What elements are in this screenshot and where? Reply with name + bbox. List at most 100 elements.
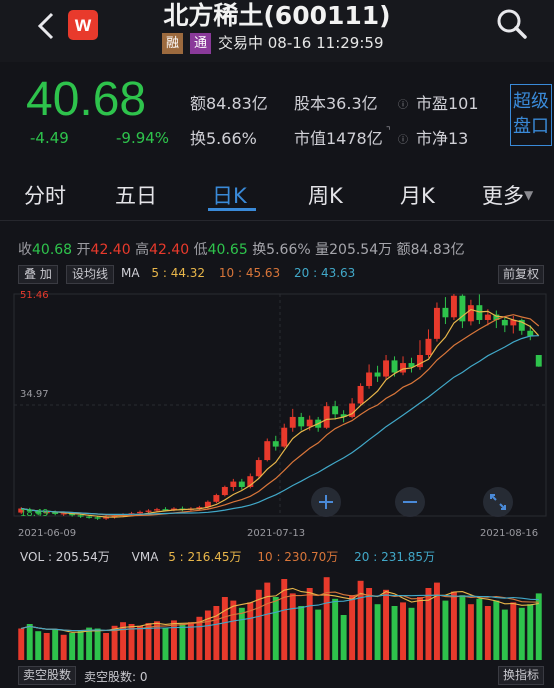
x-end-label: 2021-08-16 <box>480 528 539 539</box>
amount-field: 额84.83亿 <box>190 94 268 113</box>
ma10-value: 10 : 45.63 <box>218 266 281 280</box>
candle-body <box>213 495 220 502</box>
candle-body <box>289 416 296 428</box>
zoom-out-icon[interactable] <box>394 486 426 518</box>
vma20-value: 20 : 231.85万 <box>354 550 436 564</box>
candle-body <box>264 441 271 461</box>
candle-body <box>442 307 449 318</box>
pb-field: 市净13 <box>416 129 469 148</box>
candle-body <box>137 511 143 514</box>
volume-bar <box>383 589 390 660</box>
ma-label: MA <box>121 266 140 280</box>
ma-setting-button[interactable]: 设均线 <box>66 265 114 284</box>
tab-five-day[interactable]: 五日 <box>115 180 157 210</box>
low-label: 低 <box>193 242 208 258</box>
volume-bar <box>43 633 50 660</box>
volume-bar <box>510 602 517 660</box>
tab-weekly-k[interactable]: 周K <box>308 180 343 210</box>
volume-bar <box>366 588 373 660</box>
vol-value: VOL : 205.54万 <box>20 550 110 564</box>
candle-body <box>433 307 440 339</box>
candle-body <box>306 419 313 427</box>
volume-bar <box>52 629 59 660</box>
volume-bar <box>264 582 271 660</box>
candle-body <box>391 360 398 373</box>
super-btn-line1: 超级 <box>513 91 549 112</box>
volume-value: 量205.54万 <box>315 242 393 258</box>
volume-bar <box>459 595 466 660</box>
short-sell-button[interactable]: 卖空股数 <box>18 666 76 685</box>
candle-body <box>332 406 339 415</box>
stock-title: 北方稀土(600111) <box>163 1 391 30</box>
volume-bar <box>298 606 305 660</box>
volume-bar <box>26 624 33 660</box>
volume-bar <box>60 634 67 660</box>
candle-body <box>400 363 406 373</box>
chart-grid <box>13 293 547 517</box>
volume-bar <box>484 606 491 660</box>
short-sell-value: 卖空股数: 0 <box>84 670 148 684</box>
turnover-value: 换5.66% <box>252 242 311 258</box>
volume-bar <box>18 628 25 660</box>
candle-body <box>255 460 262 477</box>
overlay-button[interactable]: 叠 加 <box>18 265 58 284</box>
volume-bar <box>349 595 356 660</box>
trading-status: 交易中 08-16 11:29:59 <box>218 34 384 52</box>
candle-body <box>86 516 93 518</box>
volume-bars <box>18 577 542 660</box>
y-mid-label: 34.97 <box>20 389 49 400</box>
tab-daily-k[interactable]: 日K <box>212 180 247 210</box>
volume-bar <box>357 580 364 660</box>
tab-intraday[interactable]: 分时 <box>24 180 66 210</box>
turnover-field: 换5.66% <box>190 129 257 148</box>
candle-body <box>535 355 542 367</box>
low-value: 40.65 <box>207 242 248 258</box>
volume-bar <box>137 625 143 660</box>
tab-monthly-k[interactable]: 月K <box>400 180 435 210</box>
price-change-percent: -9.94% <box>116 129 170 147</box>
candle-body <box>476 305 483 320</box>
super-order-book-button[interactable]: 超级 盘口 <box>510 84 552 146</box>
candle-body <box>272 441 279 447</box>
pb-info-icon[interactable]: ⓘ <box>398 131 408 146</box>
ma20-value: 20 : 43.63 <box>294 266 356 280</box>
candle-body <box>154 509 160 511</box>
margin-trading-badge: 融 <box>162 33 183 54</box>
volume-bar <box>86 627 93 660</box>
x-mid-label: 2021-07-13 <box>247 528 306 539</box>
close-label: 收 <box>18 242 32 258</box>
divider <box>0 220 554 221</box>
ma-legend: MA 5 : 44.32 10 : 45.63 20 : 43.63 <box>121 266 355 280</box>
x-start-label: 2021-06-09 <box>18 528 77 539</box>
open-value: 42.40 <box>90 242 131 258</box>
switch-indicator-button[interactable]: 换指标 <box>498 666 544 685</box>
fullscreen-icon[interactable] <box>482 486 514 518</box>
candle-body <box>221 486 228 496</box>
candle-body <box>145 510 152 512</box>
volume-bar <box>94 628 101 660</box>
volume-bar <box>467 604 474 660</box>
amount-value: 额84.83亿 <box>396 242 465 258</box>
search-icon[interactable] <box>494 6 530 42</box>
zoom-in-icon[interactable] <box>310 486 342 518</box>
dropdown-triangle-icon: ▼ <box>524 188 534 202</box>
candlestick-chart[interactable] <box>0 284 554 546</box>
price-adjust-button[interactable]: 前复权 <box>498 265 544 284</box>
candle-body <box>467 305 474 322</box>
candle-body <box>383 360 390 377</box>
volume-bar <box>400 602 406 660</box>
volume-bar <box>518 607 525 660</box>
tab-more[interactable]: 更多▼ <box>482 180 533 210</box>
vma10-value: 10 : 230.70万 <box>257 550 339 564</box>
close-value: 40.68 <box>32 242 73 258</box>
volume-bar <box>162 627 169 660</box>
volume-bar <box>501 609 508 660</box>
volume-bar <box>315 609 322 660</box>
ohlc-info-row: 收40.68 开42.40 高42.40 低40.65 换5.66% 量205.… <box>18 239 465 259</box>
pe-info-icon[interactable]: ⓘ <box>398 96 408 111</box>
corner-mark-icon: ⌝ <box>386 126 391 137</box>
volume-bar <box>493 600 500 660</box>
vma5-value: 5 : 216.45万 <box>168 550 242 564</box>
tab-more-label: 更多 <box>482 184 524 208</box>
volume-bar <box>69 633 76 660</box>
